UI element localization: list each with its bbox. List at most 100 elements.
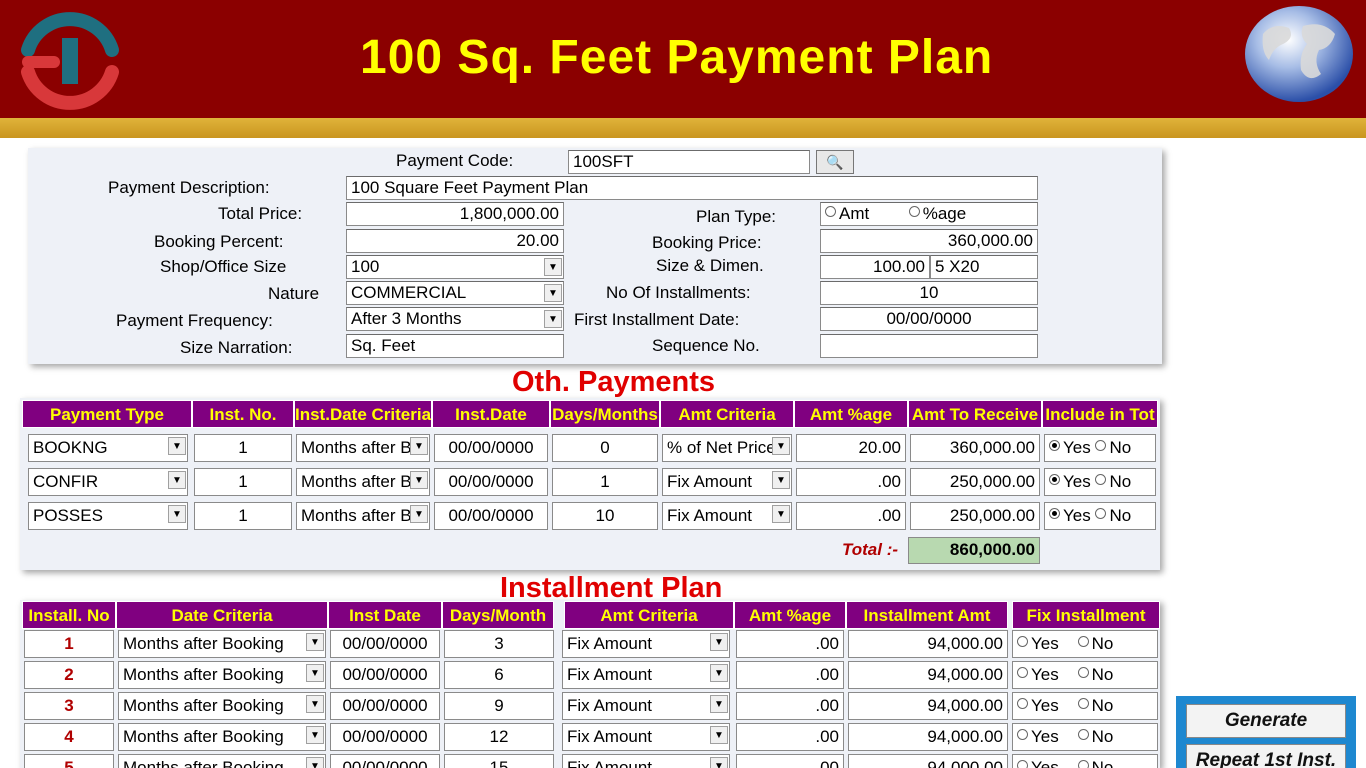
dimension-input[interactable]: 5 X20 — [930, 255, 1038, 279]
oth-days-cell[interactable]: 1 — [552, 468, 658, 496]
include-no-radio[interactable] — [1095, 440, 1107, 451]
generate-button[interactable]: Generate — [1186, 704, 1346, 738]
oth-inst-no-cell[interactable]: 1 — [194, 468, 292, 496]
inst-days-cell[interactable]: 9 — [444, 692, 554, 720]
oth-inst-no-cell[interactable]: 1 — [194, 434, 292, 462]
chevron-down-icon[interactable]: ▼ — [710, 633, 728, 651]
search-code-button[interactable]: 🔍 — [816, 150, 854, 174]
inst-days-cell[interactable]: 12 — [444, 723, 554, 751]
oth-amt-pct-cell[interactable]: 20.00 — [796, 434, 906, 462]
chevron-down-icon[interactable]: ▼ — [306, 726, 324, 744]
oth-amt-criteria-select[interactable]: Fix Amount ▼ — [662, 468, 792, 496]
oth-inst-date-cell[interactable]: 00/00/0000 — [434, 434, 548, 462]
oth-payment-type-select[interactable]: BOOKNG ▼ — [28, 434, 188, 462]
oth-date-criteria-select[interactable]: Months after Bo ▼ — [296, 502, 430, 530]
include-yes-radio[interactable] — [1049, 508, 1060, 519]
chevron-down-icon[interactable]: ▼ — [306, 664, 324, 682]
chevron-down-icon[interactable]: ▼ — [544, 310, 562, 328]
plan-type-pct-radio[interactable] — [908, 206, 920, 217]
inst-date-cell[interactable]: 00/00/0000 — [330, 723, 440, 751]
fix-yes-radio[interactable] — [1017, 698, 1028, 709]
chevron-down-icon[interactable]: ▼ — [306, 757, 324, 768]
inst-amount-cell[interactable]: 94,000.00 — [848, 661, 1008, 689]
first-installment-date-input[interactable]: 00/00/0000 — [820, 307, 1038, 331]
inst-date-criteria-select[interactable]: Months after Booking ▼ — [118, 692, 326, 720]
inst-amt-criteria-select[interactable]: Fix Amount ▼ — [562, 754, 730, 768]
chevron-down-icon[interactable]: ▼ — [710, 664, 728, 682]
chevron-down-icon[interactable]: ▼ — [544, 284, 562, 302]
fix-yes-radio[interactable] — [1017, 760, 1028, 768]
oth-date-criteria-select[interactable]: Months after Bo ▼ — [296, 434, 430, 462]
oth-inst-date-cell[interactable]: 00/00/0000 — [434, 502, 548, 530]
nature-select[interactable]: COMMERCIAL ▼ — [346, 281, 564, 305]
include-yes-radio[interactable] — [1049, 440, 1060, 451]
chevron-down-icon[interactable]: ▼ — [410, 437, 428, 455]
chevron-down-icon[interactable]: ▼ — [772, 505, 790, 523]
payment-frequency-select[interactable]: After 3 Months ▼ — [346, 307, 564, 331]
inst-amt-criteria-select[interactable]: Fix Amount ▼ — [562, 723, 730, 751]
size-narration-input[interactable]: Sq. Feet — [346, 334, 564, 358]
oth-amount-cell[interactable]: 360,000.00 — [910, 434, 1040, 462]
oth-payment-type-select[interactable]: CONFIR ▼ — [28, 468, 188, 496]
size-value-input[interactable]: 100.00 — [820, 255, 930, 279]
chevron-down-icon[interactable]: ▼ — [306, 633, 324, 651]
inst-date-cell[interactable]: 00/00/0000 — [330, 630, 440, 658]
oth-amt-pct-cell[interactable]: .00 — [796, 468, 906, 496]
chevron-down-icon[interactable]: ▼ — [168, 505, 186, 523]
inst-date-criteria-select[interactable]: Months after Booking ▼ — [118, 723, 326, 751]
oth-date-criteria-select[interactable]: Months after Bo ▼ — [296, 468, 430, 496]
sequence-no-input[interactable] — [820, 334, 1038, 358]
inst-amt-pct-cell[interactable]: .00 — [736, 630, 844, 658]
inst-days-cell[interactable]: 3 — [444, 630, 554, 658]
chevron-down-icon[interactable]: ▼ — [710, 695, 728, 713]
inst-amount-cell[interactable]: 94,000.00 — [848, 754, 1008, 768]
inst-days-cell[interactable]: 6 — [444, 661, 554, 689]
chevron-down-icon[interactable]: ▼ — [168, 437, 186, 455]
oth-days-cell[interactable]: 0 — [552, 434, 658, 462]
fix-yes-radio[interactable] — [1017, 667, 1028, 678]
payment-code-input[interactable]: 100SFT — [568, 150, 810, 174]
fix-no-radio[interactable] — [1077, 667, 1089, 678]
shop-office-size-select[interactable]: 100 ▼ — [346, 255, 564, 279]
inst-days-cell[interactable]: 15 — [444, 754, 554, 768]
inst-date-criteria-select[interactable]: Months after Booking ▼ — [118, 661, 326, 689]
include-yes-radio[interactable] — [1049, 474, 1060, 485]
fix-no-radio[interactable] — [1077, 729, 1089, 740]
oth-payment-type-select[interactable]: POSSES ▼ — [28, 502, 188, 530]
inst-amt-criteria-select[interactable]: Fix Amount ▼ — [562, 661, 730, 689]
oth-amt-criteria-select[interactable]: Fix Amount ▼ — [662, 502, 792, 530]
plan-type-amt-radio[interactable] — [825, 206, 836, 217]
chevron-down-icon[interactable]: ▼ — [710, 757, 728, 768]
chevron-down-icon[interactable]: ▼ — [306, 695, 324, 713]
inst-date-cell[interactable]: 00/00/0000 — [330, 692, 440, 720]
include-no-radio[interactable] — [1095, 474, 1107, 485]
inst-amount-cell[interactable]: 94,000.00 — [848, 723, 1008, 751]
booking-percent-input[interactable]: 20.00 — [346, 229, 564, 253]
inst-amt-criteria-select[interactable]: Fix Amount ▼ — [562, 630, 730, 658]
oth-amount-cell[interactable]: 250,000.00 — [910, 468, 1040, 496]
chevron-down-icon[interactable]: ▼ — [710, 726, 728, 744]
no-installments-input[interactable]: 10 — [820, 281, 1038, 305]
total-price-input[interactable]: 1,800,000.00 — [346, 202, 564, 226]
oth-days-cell[interactable]: 10 — [552, 502, 658, 530]
include-no-radio[interactable] — [1095, 508, 1107, 519]
chevron-down-icon[interactable]: ▼ — [410, 505, 428, 523]
oth-amt-criteria-select[interactable]: % of Net Price ▼ — [662, 434, 792, 462]
fix-no-radio[interactable] — [1077, 698, 1089, 709]
inst-amount-cell[interactable]: 94,000.00 — [848, 630, 1008, 658]
inst-amt-pct-cell[interactable]: .00 — [736, 723, 844, 751]
repeat-first-inst-button[interactable]: Repeat 1st Inst. — [1186, 744, 1346, 768]
oth-amount-cell[interactable]: 250,000.00 — [910, 502, 1040, 530]
inst-amt-pct-cell[interactable]: .00 — [736, 754, 844, 768]
chevron-down-icon[interactable]: ▼ — [772, 437, 790, 455]
fix-yes-radio[interactable] — [1017, 636, 1028, 647]
fix-no-radio[interactable] — [1077, 760, 1089, 768]
inst-amt-pct-cell[interactable]: .00 — [736, 692, 844, 720]
oth-amt-pct-cell[interactable]: .00 — [796, 502, 906, 530]
inst-date-criteria-select[interactable]: Months after Booking ▼ — [118, 630, 326, 658]
inst-date-cell[interactable]: 00/00/0000 — [330, 754, 440, 768]
oth-inst-date-cell[interactable]: 00/00/0000 — [434, 468, 548, 496]
inst-amount-cell[interactable]: 94,000.00 — [848, 692, 1008, 720]
oth-inst-no-cell[interactable]: 1 — [194, 502, 292, 530]
payment-description-input[interactable]: 100 Square Feet Payment Plan — [346, 176, 1038, 200]
